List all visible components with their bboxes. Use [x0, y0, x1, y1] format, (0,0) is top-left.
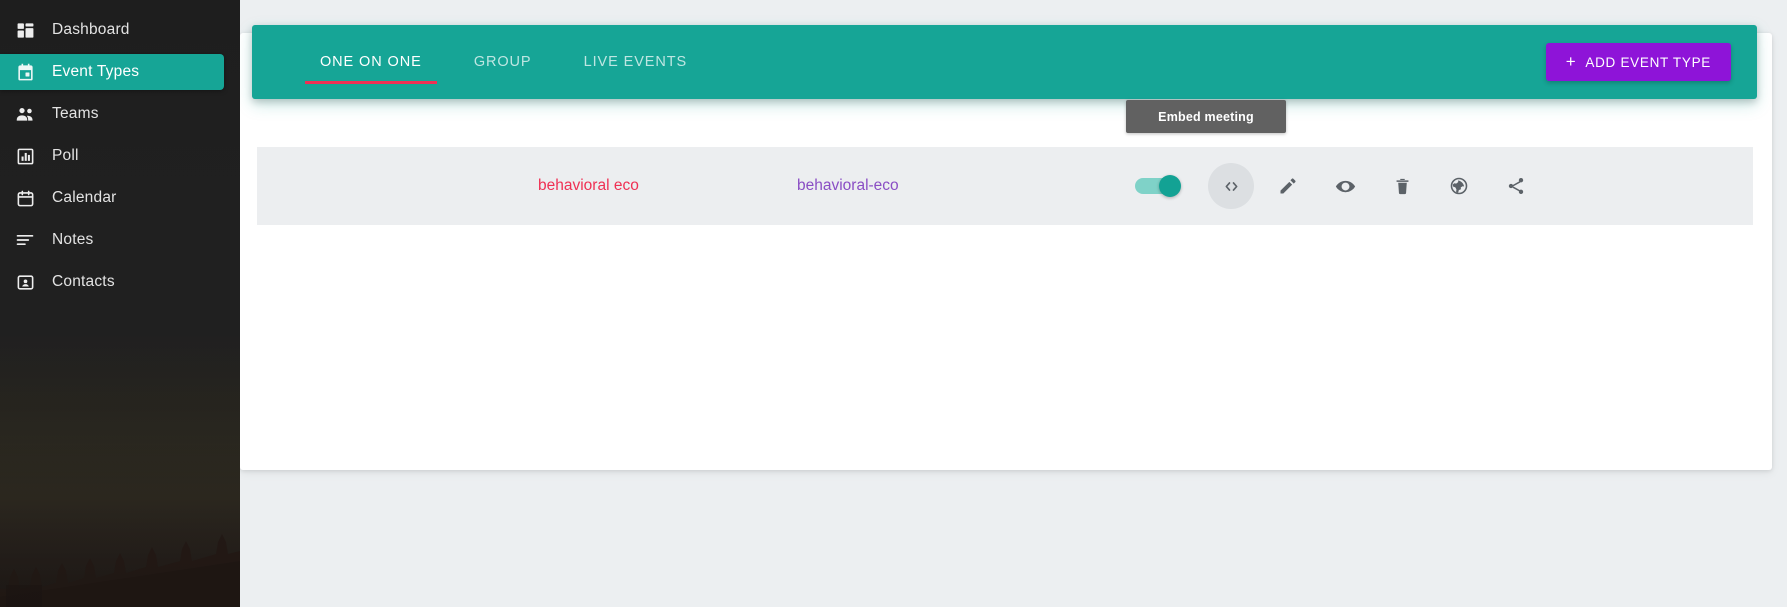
sidebar-item-label: Notes — [52, 231, 94, 248]
sidebar-item-label: Calendar — [52, 189, 117, 206]
share-icon — [1506, 176, 1526, 196]
sidebar: Dashboard Event Types Teams Poll Calenda… — [0, 0, 240, 607]
sidebar-item-contacts[interactable]: Contacts — [0, 264, 224, 300]
share-button[interactable] — [1493, 163, 1539, 209]
sidebar-item-calendar[interactable]: Calendar — [0, 180, 224, 216]
plus-icon: + — [1565, 52, 1577, 71]
preview-button[interactable] — [1322, 163, 1368, 209]
sidebar-item-event-types[interactable]: Event Types — [0, 54, 224, 90]
people-group-icon — [14, 103, 36, 125]
main-content: behavioral eco behavioral-eco ONE ON ONE… — [240, 0, 1787, 607]
sidebar-item-label: Event Types — [52, 63, 140, 80]
dashboard-grid-icon — [14, 19, 36, 41]
add-event-type-label: ADD EVENT TYPE — [1585, 54, 1711, 70]
event-enabled-toggle[interactable] — [1135, 175, 1181, 197]
pencil-icon — [1278, 176, 1298, 196]
table-row: behavioral eco behavioral-eco — [257, 147, 1753, 225]
sidebar-item-poll[interactable]: Poll — [0, 138, 224, 174]
tab-label: LIVE EVENTS — [583, 54, 688, 70]
sidebar-item-teams[interactable]: Teams — [0, 96, 224, 132]
eye-icon — [1335, 176, 1356, 197]
trash-icon — [1393, 177, 1412, 196]
sidebar-item-label: Dashboard — [52, 21, 130, 38]
tab-group-events[interactable]: GROUP — [440, 25, 566, 99]
edit-button[interactable] — [1265, 163, 1311, 209]
event-row-actions — [1135, 163, 1550, 209]
event-title-link[interactable]: behavioral eco — [538, 177, 639, 195]
tab-one-on-one[interactable]: ONE ON ONE — [302, 25, 440, 99]
tooltip-text: Embed meeting — [1158, 109, 1254, 124]
delete-button[interactable] — [1379, 163, 1425, 209]
public-link-button[interactable] — [1436, 163, 1482, 209]
sidebar-item-label: Poll — [52, 147, 79, 164]
sidebar-item-dashboard[interactable]: Dashboard — [0, 12, 224, 48]
sidebar-item-label: Teams — [52, 105, 99, 122]
event-slug-link[interactable]: behavioral-eco — [797, 177, 899, 195]
tab-group: ONE ON ONE GROUP LIVE EVENTS — [302, 25, 705, 99]
sidebar-skyline-silhouette — [0, 534, 240, 607]
tab-live-events[interactable]: LIVE EVENTS — [566, 25, 705, 99]
sidebar-item-label: Contacts — [52, 273, 115, 290]
toggle-thumb — [1159, 175, 1181, 197]
tab-label: GROUP — [473, 54, 532, 70]
sidebar-item-notes[interactable]: Notes — [0, 222, 224, 258]
tooltip-embed-meeting: Embed meeting — [1126, 100, 1286, 133]
notes-lines-icon — [14, 229, 36, 251]
calendar-icon — [14, 187, 36, 209]
event-types-tab-bar: ONE ON ONE GROUP LIVE EVENTS + ADD EVENT… — [252, 25, 1757, 99]
event-calendar-icon — [14, 61, 36, 83]
embed-code-button[interactable] — [1208, 163, 1254, 209]
add-event-type-button[interactable]: + ADD EVENT TYPE — [1545, 43, 1731, 81]
contact-card-icon — [14, 271, 36, 293]
app-window: Dashboard Event Types Teams Poll Calenda… — [0, 0, 1787, 607]
globe-icon — [1449, 176, 1469, 196]
tab-label: ONE ON ONE — [320, 54, 422, 70]
bar-chart-icon — [14, 145, 36, 167]
sidebar-nav: Dashboard Event Types Teams Poll Calenda… — [0, 12, 240, 306]
code-brackets-icon — [1222, 177, 1241, 196]
